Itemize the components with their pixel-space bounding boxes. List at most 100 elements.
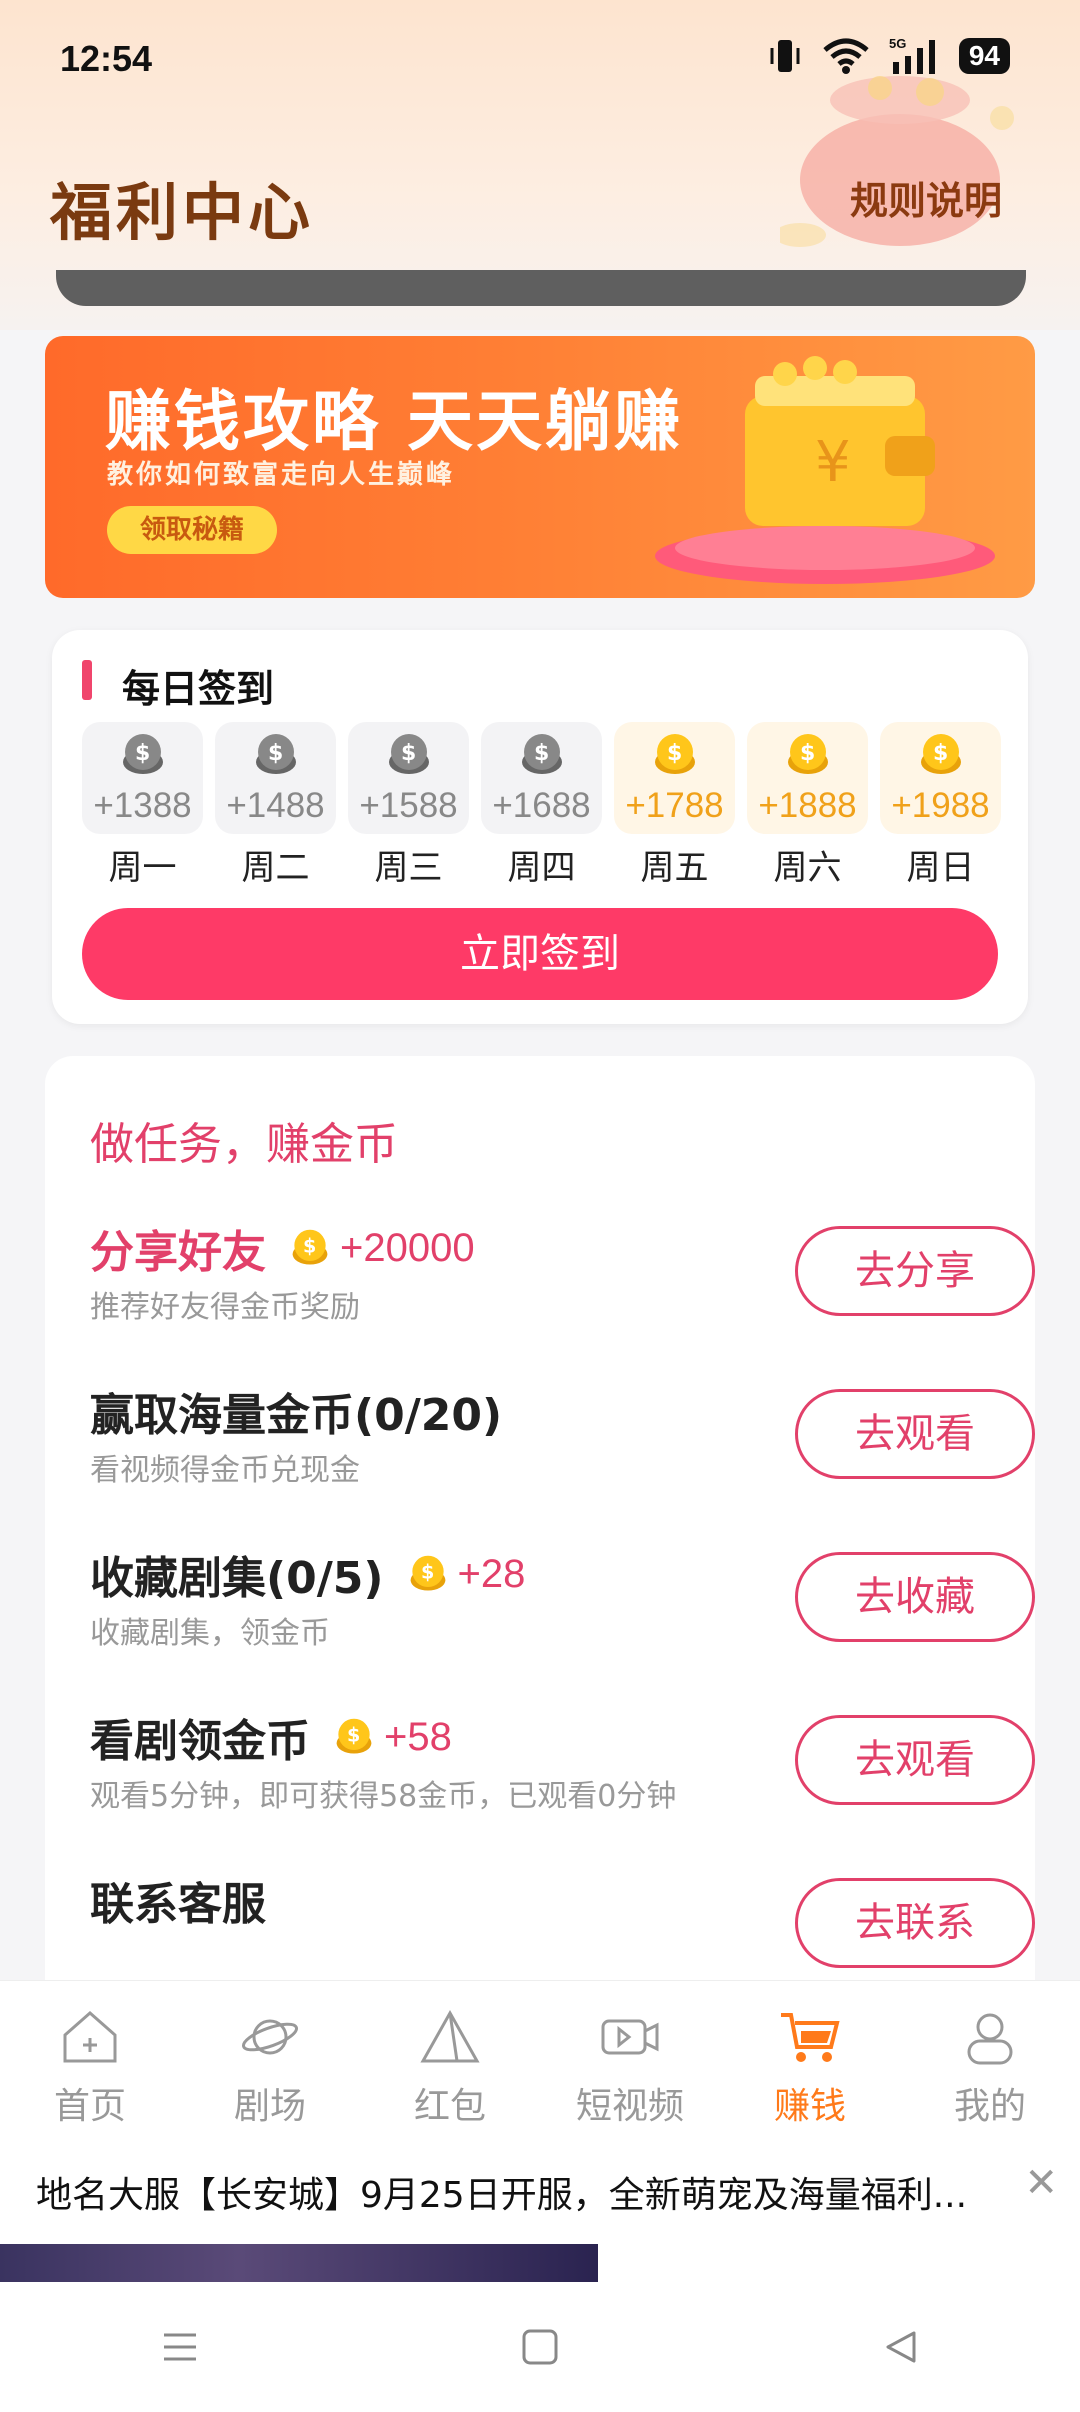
- network-label: 5G: [889, 36, 906, 51]
- checkin-day-thu[interactable]: $ +1688 周四: [481, 722, 602, 889]
- profile-icon: [967, 2013, 1013, 2065]
- checkin-reward: +1888: [758, 786, 857, 825]
- checkin-reward: +1388: [93, 786, 192, 825]
- svg-text:$: $: [135, 741, 150, 766]
- battery-level: 94: [958, 38, 1010, 74]
- ad-image[interactable]: [0, 2244, 598, 2282]
- checkin-day-mon[interactable]: $ +1388 周一: [82, 722, 203, 889]
- share-button[interactable]: 去分享: [795, 1226, 1035, 1316]
- gold-coin-icon: $: [921, 734, 961, 774]
- task-title: 赢取海量金币(0/20): [90, 1390, 503, 1441]
- menu-icon[interactable]: [160, 2327, 200, 2367]
- banner-button[interactable]: 领取秘籍: [107, 506, 277, 554]
- svg-text:$: $: [268, 741, 283, 766]
- home-icon: [63, 2011, 117, 2063]
- banner-subtitle: 教你如何致富走向人生巅峰: [107, 460, 456, 490]
- svg-text:$: $: [534, 741, 549, 766]
- checkin-day-label: 周一: [108, 848, 177, 888]
- task-reward: +28: [457, 1551, 526, 1596]
- tasks-card: 做任务，赚金币 分享好友 $ +20000 推荐好友得金币奖励 去分享 赢取海量金币…: [45, 1056, 1035, 2000]
- rules-button[interactable]: 规则说明: [850, 170, 1002, 225]
- tab-label: 我的: [953, 2086, 1026, 2127]
- video-icon: [601, 2019, 659, 2055]
- coin-icon: $: [256, 734, 296, 774]
- task-title: 联系客服: [90, 1879, 266, 1930]
- gold-coin-icon: $: [788, 734, 828, 774]
- promo-banner[interactable]: 赚钱攻略 天天躺赚 教你如何致富走向人生巅峰 领取秘籍 ¥: [45, 336, 1035, 598]
- status-time: 12:54: [60, 38, 153, 79]
- svg-text:$: $: [347, 1723, 360, 1746]
- gold-coin-icon: $: [292, 1229, 328, 1265]
- checkin-day-fri[interactable]: $ +1788 周五: [614, 722, 735, 889]
- checkin-reward: +1988: [891, 786, 990, 825]
- cart-icon: [781, 2013, 840, 2062]
- svg-text:$: $: [800, 741, 815, 766]
- watch-drama-button[interactable]: 去观看: [795, 1715, 1035, 1805]
- contact-button[interactable]: 去联系: [795, 1878, 1035, 1968]
- checkin-day-label: 周五: [640, 848, 709, 888]
- tab-earn[interactable]: 赚钱: [720, 1981, 900, 2140]
- svg-text:$: $: [933, 741, 948, 766]
- checkin-reward: +1488: [226, 786, 325, 825]
- task-favorite-series: 收藏剧集(0/5) $ +28 收藏剧集，领金币 去收藏: [90, 1542, 1035, 1682]
- checkin-reward: +1588: [359, 786, 458, 825]
- task-description: 观看5分钟，即可获得58金币，已观看0分钟: [90, 1779, 677, 1814]
- page-title: 福利中心: [50, 176, 315, 249]
- triangle-icon: [420, 2009, 480, 2063]
- task-description: 看视频得金币兑现金: [90, 1453, 360, 1488]
- gold-coin-icon: $: [410, 1555, 445, 1591]
- tab-red-packet[interactable]: 红包: [360, 1981, 540, 2140]
- svg-text:$: $: [667, 741, 682, 766]
- checkin-day-sat[interactable]: $ +1888 周六: [747, 722, 868, 889]
- checkin-reward: +1788: [625, 786, 724, 825]
- daily-checkin-card: 每日签到 $ +1388 周一 $ +1488 周二 $ +1588 周三 $ +1688 周四…: [52, 630, 1028, 1024]
- checkin-day-tue[interactable]: $ +1488 周二: [215, 722, 336, 889]
- ad-banner[interactable]: 地名大服【长安城】9月25日开服，全新萌宠及海量福利... ✕: [0, 2140, 1080, 2282]
- favorite-button[interactable]: 去收藏: [795, 1552, 1035, 1642]
- planet-icon: [242, 2019, 298, 2055]
- task-description: 推荐好友得金币奖励: [90, 1290, 360, 1325]
- close-icon[interactable]: ✕: [1024, 2160, 1058, 2206]
- task-reward: +58: [384, 1714, 452, 1759]
- svg-text:$: $: [421, 1560, 434, 1583]
- task-reward: +20000: [340, 1225, 475, 1270]
- checkin-day-label: 周六: [773, 848, 842, 888]
- task-share-friends: 分享好友 $ +20000 推荐好友得金币奖励 去分享: [90, 1216, 1035, 1356]
- wallet-icon: ¥: [655, 356, 995, 584]
- tab-short-video[interactable]: 短视频: [540, 1981, 720, 2140]
- checkin-day-label: 周日: [906, 848, 975, 888]
- checkin-button[interactable]: 立即签到: [82, 908, 998, 1000]
- svg-text:$: $: [401, 741, 416, 766]
- tab-theater[interactable]: 剧场: [180, 1981, 360, 2140]
- ad-text[interactable]: 地名大服【长安城】9月25日开服，全新萌宠及海量福利...: [36, 2166, 1026, 2218]
- gold-coin-icon: $: [655, 734, 695, 774]
- task-watch-drama: 看剧领金币 $ +58 观看5分钟，即可获得58金币，已观看0分钟 去观看: [90, 1705, 1035, 1845]
- checkin-day-label: 周三: [374, 848, 443, 888]
- checkin-title: 每日签到: [122, 667, 275, 711]
- checkin-day-label: 周二: [241, 848, 310, 888]
- back-icon[interactable]: [880, 2327, 920, 2367]
- coin-icon: $: [123, 734, 163, 774]
- notice-strip: [56, 270, 1026, 306]
- checkin-day-wed[interactable]: $ +1588 周三: [348, 722, 469, 889]
- task-title: 分享好友: [90, 1227, 266, 1278]
- tab-label: 红包: [413, 2086, 486, 2127]
- tab-label: 短视频: [575, 2086, 684, 2127]
- svg-text:$: $: [303, 1234, 316, 1257]
- section-marker: [82, 660, 92, 700]
- home-square-icon[interactable]: [520, 2327, 560, 2367]
- coin-icon: $: [522, 734, 562, 774]
- task-title: 收藏剧集(0/5): [90, 1553, 384, 1604]
- gold-coin-icon: $: [336, 1718, 372, 1754]
- tab-profile[interactable]: 我的: [900, 1981, 1080, 2140]
- task-title: 看剧领金币: [90, 1716, 310, 1767]
- tab-home[interactable]: 首页: [0, 1981, 180, 2140]
- watch-video-button[interactable]: 去观看: [795, 1389, 1035, 1479]
- checkin-day-sun[interactable]: $ +1988 周日: [880, 722, 1001, 889]
- checkin-reward: +1688: [492, 786, 591, 825]
- bottom-tab-bar: 首页 剧场 红包 短视频 赚钱 我的: [0, 1980, 1080, 2140]
- svg-text:¥: ¥: [815, 430, 851, 495]
- checkin-days: $ +1388 周一 $ +1488 周二 $ +1588 周三 $ +1688 周四 $ +17…: [82, 722, 1001, 889]
- coin-icon: $: [389, 734, 429, 774]
- task-description: 收藏剧集，领金币: [90, 1616, 330, 1651]
